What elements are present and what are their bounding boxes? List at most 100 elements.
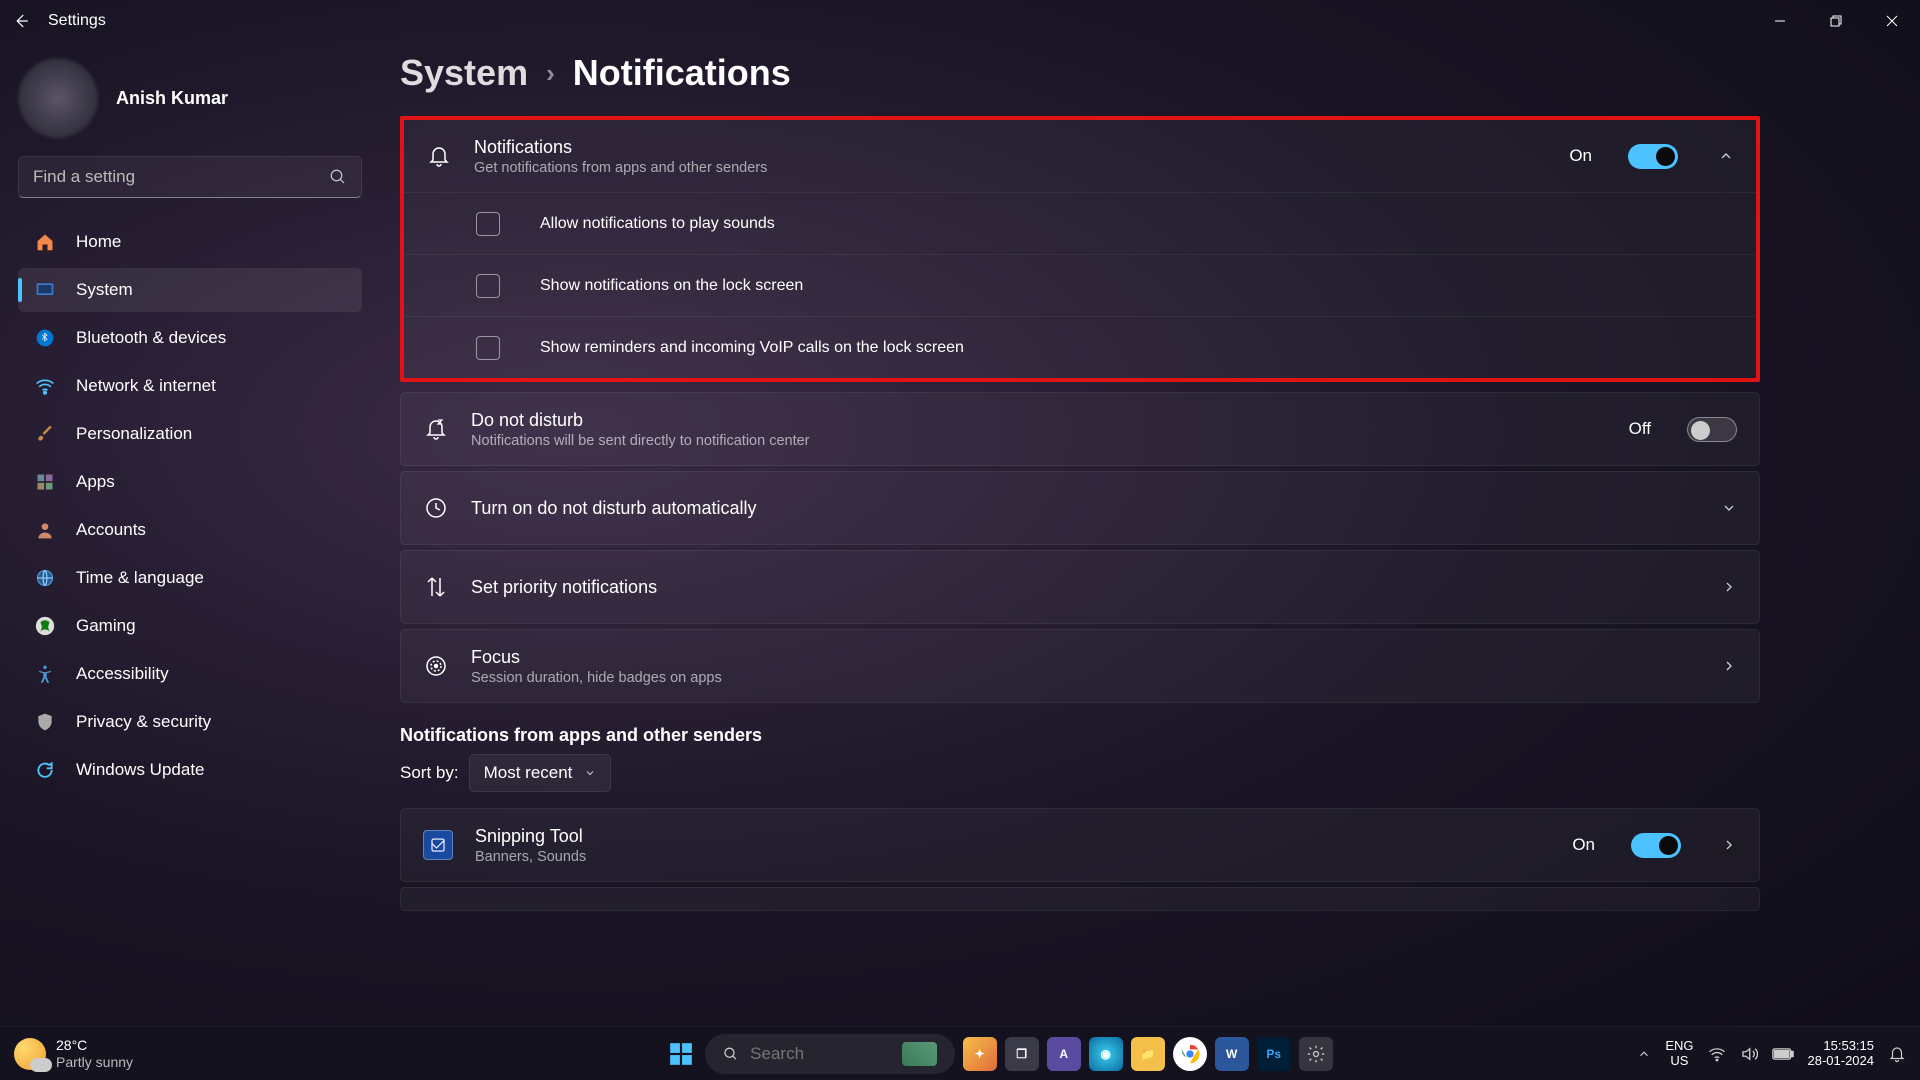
nav-update[interactable]: Windows Update	[18, 748, 362, 792]
apps-section-header: Notifications from apps and other sender…	[400, 725, 1760, 746]
nav-network[interactable]: Network & internet	[18, 364, 362, 408]
toggle-state-label: Off	[1629, 419, 1651, 439]
auto-dnd-row[interactable]: Turn on do not disturb automatically	[401, 472, 1759, 544]
nav-privacy[interactable]: Privacy & security	[18, 700, 362, 744]
breadcrumb: System › Notifications	[400, 52, 1760, 94]
taskbar-pin-photoshop[interactable]: Ps	[1257, 1037, 1291, 1071]
chevron-down-icon	[584, 767, 596, 779]
nav-label: Accessibility	[76, 664, 169, 684]
dnd-row[interactable]: Do not disturb Notifications will be sen…	[401, 393, 1759, 465]
sidebar: Anish Kumar Home System Bluetooth & devi…	[0, 42, 380, 1026]
sort-label: Sort by:	[400, 763, 459, 783]
taskbar-pin-settings[interactable]	[1299, 1037, 1333, 1071]
focus-row[interactable]: Focus Session duration, hide badges on a…	[401, 630, 1759, 702]
card-subtitle: Get notifications from apps and other se…	[474, 160, 1547, 176]
chevron-right-icon	[1721, 658, 1737, 674]
user-name: Anish Kumar	[116, 88, 228, 109]
app-toggle[interactable]	[1631, 833, 1681, 858]
taskbar-pin-taskview[interactable]: ❐	[1005, 1037, 1039, 1071]
bluetooth-icon	[34, 327, 56, 349]
nav-label: Time & language	[76, 568, 204, 588]
bell-snooze-icon	[423, 416, 449, 442]
minimize-button[interactable]	[1752, 0, 1808, 42]
window-title: Settings	[48, 12, 106, 30]
maximize-button[interactable]	[1808, 0, 1864, 42]
nav-bluetooth[interactable]: Bluetooth & devices	[18, 316, 362, 360]
dnd-toggle[interactable]	[1687, 417, 1737, 442]
nav-home[interactable]: Home	[18, 220, 362, 264]
card-title: Do not disturb	[471, 410, 1607, 431]
weather-temp: 28°C	[56, 1037, 133, 1054]
system-icon	[34, 279, 56, 301]
nav-label: Apps	[76, 472, 115, 492]
volume-tray-icon[interactable]	[1740, 1045, 1758, 1063]
checkbox-label: Show reminders and incoming VoIP calls o…	[540, 339, 964, 357]
gaming-icon	[34, 615, 56, 637]
taskbar-weather[interactable]: 28°C Partly sunny	[0, 1037, 360, 1071]
wifi-tray-icon[interactable]	[1708, 1045, 1726, 1063]
card-subtitle: Notifications will be sent directly to n…	[471, 433, 1607, 449]
notification-tray-icon[interactable]	[1888, 1045, 1906, 1063]
priority-row[interactable]: Set priority notifications	[401, 551, 1759, 623]
checkbox-icon[interactable]	[476, 274, 500, 298]
chevron-right-icon[interactable]	[1721, 837, 1737, 853]
nav-system[interactable]: System	[18, 268, 362, 312]
taskbar-search-input[interactable]	[750, 1044, 890, 1064]
nav-accessibility[interactable]: Accessibility	[18, 652, 362, 696]
titlebar: Settings	[0, 0, 1920, 42]
search-highlight-icon	[902, 1042, 936, 1066]
chevron-up-icon[interactable]	[1718, 148, 1734, 164]
notifications-toggle-row[interactable]: Notifications Get notifications from app…	[404, 120, 1756, 192]
back-button[interactable]	[12, 12, 30, 30]
taskbar: 28°C Partly sunny ✦ ❐ A ◉ 📁 W Ps ENG US	[0, 1026, 1920, 1080]
chevron-right-icon: ›	[546, 58, 555, 89]
avatar	[18, 58, 98, 138]
taskbar-pin-word[interactable]: W	[1215, 1037, 1249, 1071]
nav-label: System	[76, 280, 133, 300]
taskbar-pin-explorer[interactable]: 📁	[1131, 1037, 1165, 1071]
nav-apps[interactable]: Apps	[18, 460, 362, 504]
wifi-icon	[34, 375, 56, 397]
sort-dropdown[interactable]: Most recent	[469, 754, 612, 792]
checkbox-play-sounds[interactable]: Allow notifications to play sounds	[404, 192, 1756, 254]
card-title: Set priority notifications	[471, 577, 1699, 598]
user-profile[interactable]: Anish Kumar	[18, 52, 362, 156]
nav-personalization[interactable]: Personalization	[18, 412, 362, 456]
card-subtitle: Session duration, hide badges on apps	[471, 670, 1699, 686]
checkbox-lock-screen[interactable]: Show notifications on the lock screen	[404, 254, 1756, 316]
taskbar-pin-app1[interactable]: A	[1047, 1037, 1081, 1071]
checkbox-icon[interactable]	[476, 336, 500, 360]
toggle-state-label: On	[1569, 146, 1592, 166]
clock-tray[interactable]: 15:53:15 28-01-2024	[1808, 1039, 1875, 1069]
taskbar-pin-edge[interactable]: ◉	[1089, 1037, 1123, 1071]
search-input[interactable]	[33, 167, 329, 187]
weather-icon	[14, 1038, 46, 1070]
taskbar-pin-copilot[interactable]: ✦	[963, 1037, 997, 1071]
taskbar-search[interactable]	[705, 1034, 955, 1074]
battery-tray-icon[interactable]	[1772, 1047, 1794, 1061]
snipping-tool-icon	[423, 830, 453, 860]
checkbox-label: Allow notifications to play sounds	[540, 215, 775, 233]
notifications-toggle[interactable]	[1628, 144, 1678, 169]
start-button[interactable]	[665, 1038, 697, 1070]
tray-expand-icon[interactable]	[1637, 1047, 1651, 1061]
breadcrumb-parent[interactable]: System	[400, 52, 528, 94]
search-icon	[329, 168, 347, 186]
nav-label: Accounts	[76, 520, 146, 540]
close-button[interactable]	[1864, 0, 1920, 42]
card-title: Notifications	[474, 137, 1547, 158]
taskbar-pin-chrome[interactable]	[1173, 1037, 1207, 1071]
language-indicator[interactable]: ENG US	[1665, 1039, 1693, 1069]
search-input-box[interactable]	[18, 156, 362, 198]
shield-icon	[34, 711, 56, 733]
checkbox-voip-lock-screen[interactable]: Show reminders and incoming VoIP calls o…	[404, 316, 1756, 378]
nav-time[interactable]: Time & language	[18, 556, 362, 600]
nav-label: Gaming	[76, 616, 136, 636]
nav-label: Bluetooth & devices	[76, 328, 226, 348]
apps-icon	[34, 471, 56, 493]
checkbox-icon[interactable]	[476, 212, 500, 236]
app-snipping-tool-row[interactable]: Snipping Tool Banners, Sounds On	[401, 809, 1759, 881]
nav-accounts[interactable]: Accounts	[18, 508, 362, 552]
checkbox-label: Show notifications on the lock screen	[540, 277, 803, 295]
nav-gaming[interactable]: Gaming	[18, 604, 362, 648]
